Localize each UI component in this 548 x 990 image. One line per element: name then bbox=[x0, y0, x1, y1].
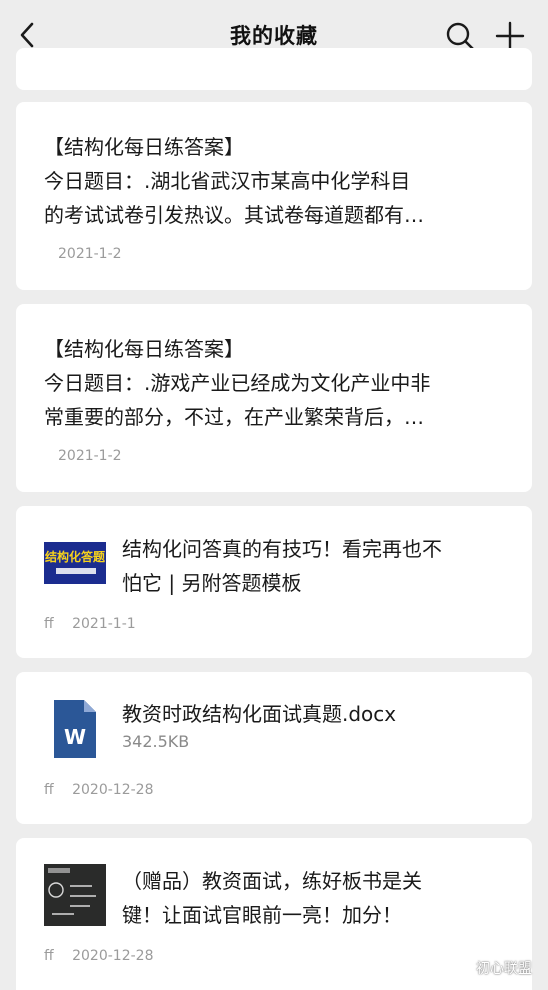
item-meta: ff 2020-12-28 bbox=[44, 948, 153, 964]
thumbnail-text: 结构化答题 bbox=[45, 549, 106, 564]
item-meta: ff 2021-1-1 bbox=[44, 616, 136, 632]
item-source: ff bbox=[44, 616, 54, 632]
file-size: 342.5KB bbox=[122, 732, 190, 751]
article-thumbnail: 结构化答题 bbox=[44, 532, 106, 594]
item-date: 2020-12-28 bbox=[72, 948, 154, 964]
title-line: 怕它 | 另附答题模板 bbox=[122, 571, 302, 595]
item-date: 2021-1-1 bbox=[72, 616, 136, 632]
favorite-item-note[interactable]: 【结构化每日练答案】 今日题目：.游戏产业已经成为文化产业中非 常重要的部分，不… bbox=[16, 304, 532, 492]
item-date: 2021-1-2 bbox=[58, 246, 122, 262]
note-line: 【结构化每日练答案】 bbox=[44, 337, 244, 361]
word-document-icon: W bbox=[54, 700, 96, 758]
item-date: 2021-1-2 bbox=[58, 448, 122, 464]
title-line: 键！让面试官眼前一亮！加分！ bbox=[122, 903, 402, 927]
title-line: （赠品）教资面试，练好板书是关 bbox=[122, 869, 422, 893]
favorite-item-link[interactable]: 结构化答题 结构化问答真的有技巧！看完再也不 怕它 | 另附答题模板 ff 20… bbox=[16, 506, 532, 658]
favorite-item-file[interactable]: W 教资时政结构化面试真题.docx 342.5KB ff 2020-12-28 bbox=[16, 672, 532, 824]
note-line: 的考试试卷引发热议。其试卷每道题都有… bbox=[44, 203, 424, 227]
word-icon-letter: W bbox=[64, 725, 86, 749]
note-line: 今日题目：.湖北省武汉市某高中化学科目 bbox=[44, 169, 411, 193]
item-date: 2020-12-28 bbox=[72, 782, 154, 798]
file-name: 教资时政结构化面试真题.docx bbox=[122, 702, 397, 726]
note-content: 【结构化每日练答案】 今日题目：.游戏产业已经成为文化产业中非 常重要的部分，不… bbox=[44, 332, 506, 434]
note-line: 常重要的部分，不过，在产业繁荣背后，… bbox=[44, 405, 424, 429]
favorite-item-partial[interactable] bbox=[16, 48, 532, 90]
favorite-item-link[interactable]: （赠品）教资面试，练好板书是关 键！让面试官眼前一亮！加分！ ff 2020-1… bbox=[16, 838, 532, 990]
note-line: 今日题目：.游戏产业已经成为文化产业中非 bbox=[44, 371, 431, 395]
item-source: ff bbox=[44, 948, 54, 964]
chalkboard-thumbnail bbox=[44, 864, 106, 926]
note-line: 【结构化每日练答案】 bbox=[44, 135, 244, 159]
watermark: 初心联盟 bbox=[476, 961, 532, 977]
favorite-item-note[interactable]: 【结构化每日练答案】 今日题目：.湖北省武汉市某高中化学科目 的考试试卷引发热议… bbox=[16, 102, 532, 290]
article-title: （赠品）教资面试，练好板书是关 键！让面试官眼前一亮！加分！ bbox=[122, 864, 508, 932]
note-content: 【结构化每日练答案】 今日题目：.湖北省武汉市某高中化学科目 的考试试卷引发热议… bbox=[44, 130, 506, 232]
title-line: 结构化问答真的有技巧！看完再也不 bbox=[122, 537, 442, 561]
article-title: 结构化问答真的有技巧！看完再也不 怕它 | 另附答题模板 bbox=[122, 532, 508, 600]
item-source: ff bbox=[44, 782, 54, 798]
item-meta: ff 2020-12-28 bbox=[44, 782, 153, 798]
